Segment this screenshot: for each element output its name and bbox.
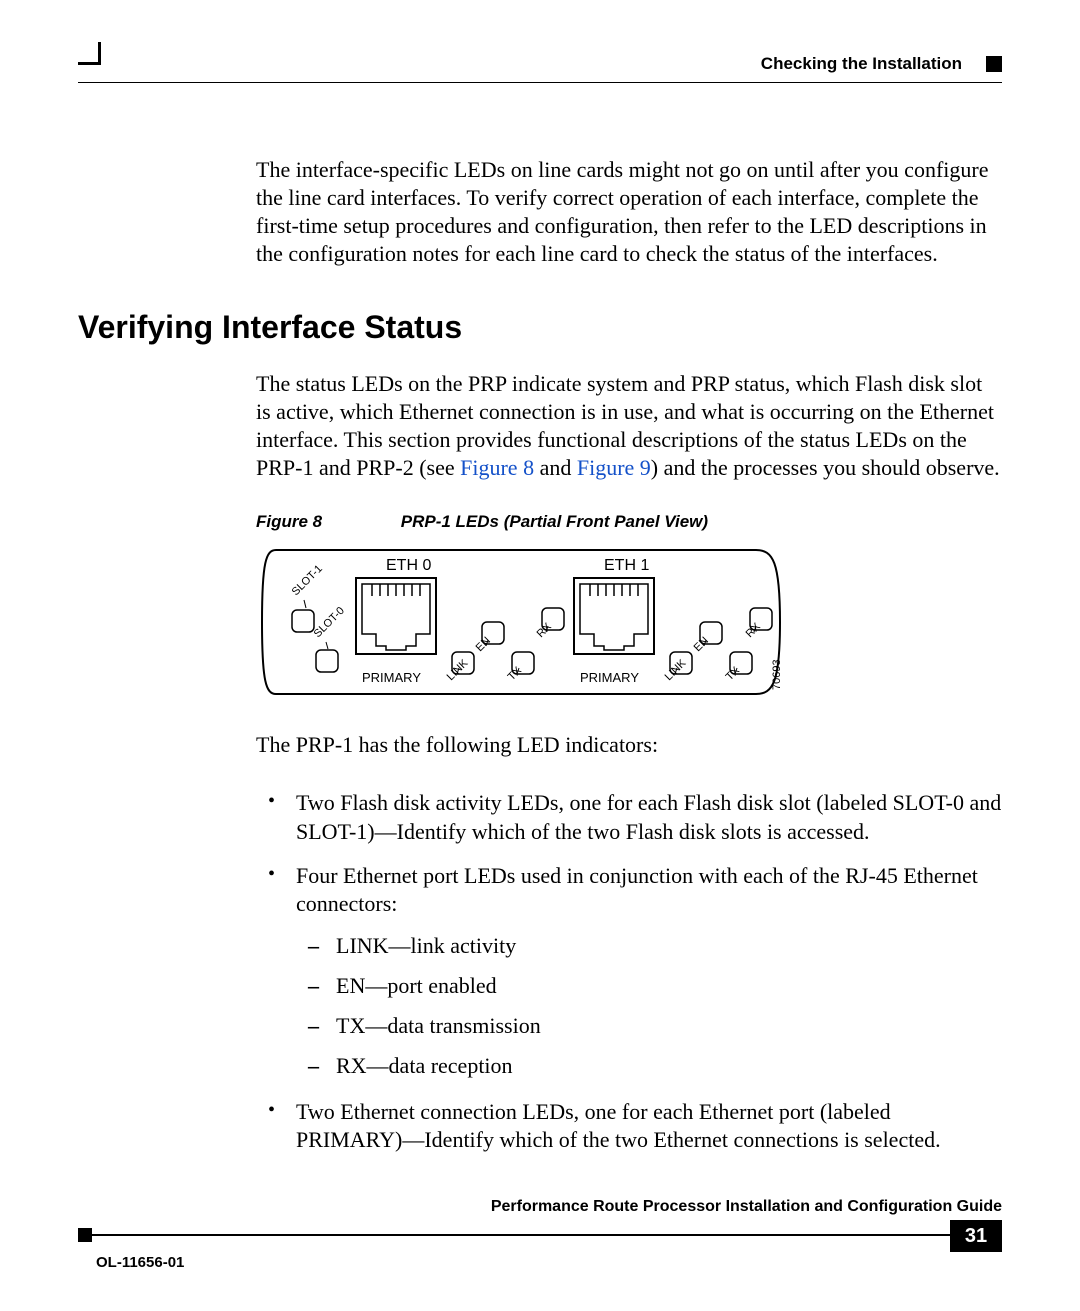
rj45-eth0 — [356, 578, 436, 654]
prp1-intro: The PRP-1 has the following LED indicato… — [256, 731, 1002, 759]
art-number: 70693 — [771, 660, 783, 691]
bullet-text: LINK—link activity — [336, 933, 516, 958]
body-block-2: The status LEDs on the PRP indicate syst… — [256, 370, 1002, 1154]
page-number: 31 — [950, 1220, 1002, 1252]
primary1-label: PRIMARY — [580, 670, 639, 685]
status-text-after: ) and the processes you should observe. — [651, 455, 1000, 480]
bullet-text: Two Flash disk activity LEDs, one for ea… — [296, 790, 1001, 843]
page-header: Checking the Installation — [78, 52, 1002, 86]
bullet-text: RX—data reception — [336, 1053, 513, 1078]
primary0-label: PRIMARY — [362, 670, 421, 685]
running-head: Checking the Installation — [761, 54, 962, 74]
body-block-1: The interface-specific LEDs on line card… — [256, 156, 1002, 269]
sub-bullet-list: LINK—link activity EN—port enabled TX—da… — [296, 930, 1002, 1082]
eth1-label: ETH 1 — [604, 557, 649, 574]
bullet-text: Two Ethernet connection LEDs, one for ea… — [296, 1099, 941, 1152]
header-square-icon — [986, 56, 1002, 72]
header-rule — [78, 82, 1002, 83]
list-item: Four Ethernet port LEDs used in conjunct… — [256, 862, 1002, 1082]
list-item: Two Ethernet connection LEDs, one for ea… — [256, 1098, 1002, 1154]
footer-rule — [92, 1234, 950, 1236]
page-footer: Performance Route Processor Installation… — [78, 1198, 1002, 1271]
section-heading: Verifying Interface Status — [78, 309, 1002, 346]
status-paragraph: The status LEDs on the PRP indicate syst… — [256, 370, 1002, 483]
figure-caption: Figure 8 PRP-1 LEDs (Partial Front Panel… — [256, 512, 1002, 532]
doc-id: OL-11656-01 — [96, 1254, 1002, 1271]
figure-9-link[interactable]: Figure 9 — [577, 455, 651, 480]
list-item: RX—data reception — [296, 1050, 1002, 1082]
bullet-text: EN—port enabled — [336, 973, 497, 998]
page: Checking the Installation The interface-… — [0, 0, 1080, 1311]
list-item: TX—data transmission — [296, 1010, 1002, 1042]
intro-paragraph: The interface-specific LEDs on line card… — [256, 156, 1002, 269]
footer-square-icon — [78, 1228, 92, 1242]
footer-title: Performance Route Processor Installation… — [78, 1198, 1002, 1216]
rj45-eth1 — [574, 578, 654, 654]
eth0-label: ETH 0 — [386, 557, 431, 574]
figure-title: PRP-1 LEDs (Partial Front Panel View) — [401, 512, 708, 531]
bullet-text: Four Ethernet port LEDs used in conjunct… — [296, 863, 978, 916]
led-bullet-list: Two Flash disk activity LEDs, one for ea… — [256, 789, 1002, 1154]
list-item: Two Flash disk activity LEDs, one for ea… — [256, 789, 1002, 845]
figure-8-link[interactable]: Figure 8 — [460, 455, 534, 480]
prp1-led-diagram: ETH 0 ETH 1 — [256, 542, 786, 702]
figure-number: Figure 8 — [256, 512, 396, 532]
crop-mark-top-left — [78, 42, 101, 65]
footer-rule-row: 31 — [78, 1220, 1002, 1252]
list-item: LINK—link activity — [296, 930, 1002, 962]
list-item: EN—port enabled — [296, 970, 1002, 1002]
status-and: and — [534, 455, 577, 480]
bullet-text: TX—data transmission — [336, 1013, 541, 1038]
